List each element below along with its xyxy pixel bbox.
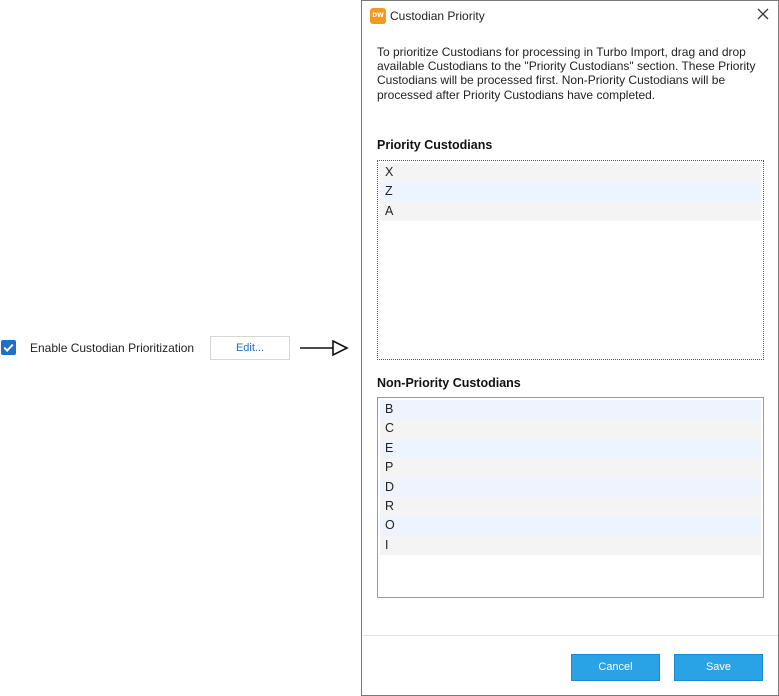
custodian-list-item[interactable]: B xyxy=(380,400,761,420)
custodian-list-item[interactable]: O xyxy=(380,516,761,536)
edit-button[interactable]: Edit... xyxy=(210,336,290,360)
close-icon[interactable] xyxy=(756,7,770,21)
custodian-list-item[interactable]: X xyxy=(380,163,761,183)
app-logo-icon: DW xyxy=(370,8,386,24)
enable-prioritization-label: Enable Custodian Prioritization xyxy=(30,341,195,355)
cancel-button[interactable]: Cancel xyxy=(571,654,660,681)
arrow-right-icon xyxy=(300,339,349,357)
checkmark-icon xyxy=(3,343,14,353)
custodian-list-item[interactable]: D xyxy=(380,477,761,497)
dialog-title-bar: DW Custodian Priority xyxy=(362,1,778,31)
save-button[interactable]: Save xyxy=(674,654,763,681)
priority-custodians-list[interactable]: XZA xyxy=(377,160,764,360)
footer-divider xyxy=(362,635,778,636)
dialog-title: Custodian Priority xyxy=(390,9,485,23)
non-priority-custodians-heading: Non-Priority Custodians xyxy=(377,376,521,390)
custodian-list-item[interactable]: A xyxy=(380,201,761,222)
custodian-list-item[interactable]: C xyxy=(380,419,761,439)
app-logo-text: DW xyxy=(372,12,384,19)
dialog-description: To prioritize Custodians for processing … xyxy=(377,45,756,102)
enable-prioritization-checkbox[interactable] xyxy=(1,340,16,355)
custodian-list-item[interactable]: P xyxy=(380,458,761,478)
custodian-list-item[interactable]: E xyxy=(380,438,761,459)
custodian-prioritization-setting: Enable Custodian Prioritization Edit... xyxy=(0,336,300,360)
custodian-list-item[interactable]: Z xyxy=(380,182,761,202)
custodian-list-item[interactable]: R xyxy=(380,496,761,517)
non-priority-custodians-list[interactable]: BCEPDROI xyxy=(377,397,764,598)
custodian-priority-dialog: DW Custodian Priority To prioritize Cust… xyxy=(361,0,779,696)
priority-custodians-heading: Priority Custodians xyxy=(377,138,493,152)
custodian-list-item[interactable]: I xyxy=(380,535,761,556)
screen: Enable Custodian Prioritization Edit... … xyxy=(0,0,779,696)
